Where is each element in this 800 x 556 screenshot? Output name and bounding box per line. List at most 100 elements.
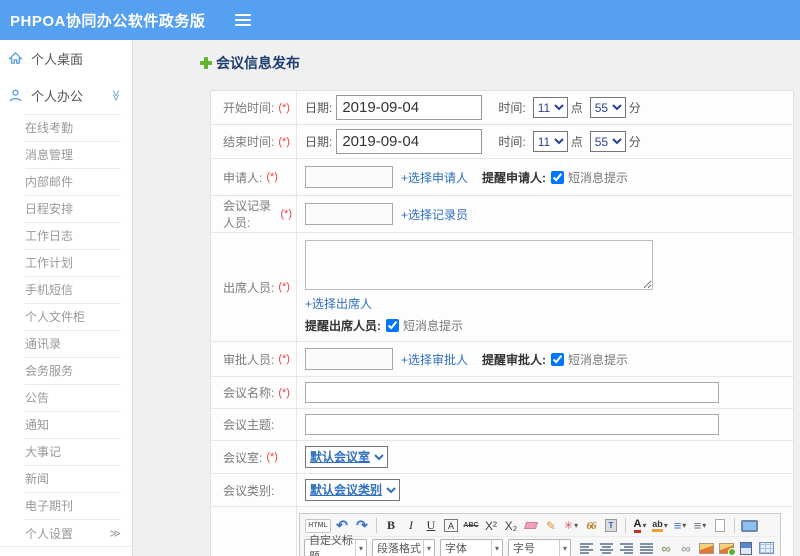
form-row-attendees: 出席人员: (*) +选择出席人 提醒出席人员: 短消息提示 xyxy=(211,233,793,342)
font-family-select[interactable]: 字体 ▾ xyxy=(440,539,503,556)
font-border-icon[interactable]: A xyxy=(442,517,460,534)
format-brush-icon[interactable]: ✎ xyxy=(542,517,560,534)
sidebar-item-personal-office[interactable]: 个人办公 ≫ xyxy=(0,77,132,114)
italic-icon[interactable]: I xyxy=(402,517,420,534)
meeting-topic-input[interactable] xyxy=(305,414,719,435)
chevron-down-icon: ▾ xyxy=(354,540,366,556)
font-color-icon[interactable]: A ▾ xyxy=(631,517,649,534)
subscript-icon[interactable]: X₂ xyxy=(502,517,520,534)
paste-icon[interactable] xyxy=(602,517,620,534)
sidebar-item-supervision[interactable]: 督查督办 ≫ xyxy=(0,546,132,556)
page-title: 会议信息发布 xyxy=(200,53,800,73)
form-row-end-time: 结束时间: (*) 日期: 时间: 11 点 55 分 xyxy=(211,125,793,159)
align-right-icon[interactable] xyxy=(617,540,635,556)
sidebar-subitem[interactable]: 通讯录 xyxy=(25,330,121,357)
home-icon xyxy=(8,52,23,64)
fullscreen-icon[interactable] xyxy=(740,517,758,534)
sidebar-subitem[interactable]: 工作日志 xyxy=(25,222,121,249)
sidebar-subitem[interactable]: 大事记 xyxy=(25,438,121,465)
sidebar-subitem[interactable]: 内部邮件 xyxy=(25,168,121,195)
sidebar-subitem[interactable]: 工作计划 xyxy=(25,249,121,276)
sidebar-subitem[interactable]: 个人文件柜 xyxy=(25,303,121,330)
strikethrough-icon[interactable]: ABC xyxy=(462,517,480,534)
meeting-form: 开始时间: (*) 日期: 时间: 11 点 55 分 结束时间: (*) 日期… xyxy=(210,90,794,556)
end-hour-select[interactable]: 11 xyxy=(532,131,568,152)
sidebar-item-personal-settings[interactable]: 个人设置 ≫ xyxy=(25,519,121,546)
sidebar-subitem[interactable]: 公告 xyxy=(25,384,121,411)
choose-approver-link[interactable]: +选择审批人 xyxy=(401,351,468,368)
insert-image-icon[interactable] xyxy=(717,540,736,556)
meeting-category-select[interactable]: 默认会议类别 xyxy=(305,479,400,501)
applicant-input[interactable] xyxy=(305,166,393,188)
sidebar-item-label: 个人办公 xyxy=(31,89,84,104)
table-icon[interactable] xyxy=(757,540,775,556)
end-date-input[interactable] xyxy=(336,129,483,154)
toolbar-separator xyxy=(734,518,735,533)
sidebar-subitem[interactable]: 新闻 xyxy=(25,465,121,492)
approver-sms-checkbox[interactable] xyxy=(551,352,565,366)
underline-icon[interactable]: U xyxy=(422,517,440,534)
start-minute-select[interactable]: 55 xyxy=(589,97,626,118)
date-label: 日期: xyxy=(305,101,333,115)
page-layout-icon[interactable] xyxy=(737,540,755,556)
chevron-down-icon: ▾ xyxy=(490,540,502,556)
field-label: 会议名称: xyxy=(223,386,275,400)
ordered-list-icon[interactable]: ≡ ▾ xyxy=(671,517,689,534)
bold-icon[interactable]: B xyxy=(382,517,400,534)
meeting-room-select[interactable]: 默认会议室 xyxy=(305,446,388,468)
chevron-double-down-icon: ≫ xyxy=(109,89,122,102)
minute-suffix: 分 xyxy=(628,135,641,149)
sidebar-subitem[interactable]: 消息管理 xyxy=(25,141,121,168)
align-justify-icon[interactable] xyxy=(637,540,655,556)
approver-input[interactable] xyxy=(305,348,393,370)
date-label: 日期: xyxy=(305,135,333,149)
new-page-icon[interactable] xyxy=(711,517,729,534)
attendees-sms-checkbox[interactable] xyxy=(386,319,399,332)
form-row-editor: HTML↶↷BIUAABCX²X₂✎✳▾66A▾ab▾≡▾≡▾ 自定义标题▾段落… xyxy=(211,507,793,556)
align-center-icon[interactable] xyxy=(597,540,615,556)
form-row-meeting-topic: 会议主题: xyxy=(211,409,793,441)
choose-recorder-link[interactable]: +选择记录员 xyxy=(401,206,468,223)
clear-format-icon[interactable]: ✳ ▾ xyxy=(562,517,580,534)
sidebar-subitem[interactable]: 在线考勤 xyxy=(25,114,121,141)
unordered-list-icon[interactable]: ≡ ▾ xyxy=(691,517,709,534)
meeting-name-input[interactable] xyxy=(305,382,719,403)
form-row-applicant: 申请人: (*) +选择申请人 提醒申请人: 短消息提示 xyxy=(211,159,793,196)
required-mark: (*) xyxy=(266,171,278,183)
attendees-textarea[interactable] xyxy=(305,240,653,290)
sidebar-subitem[interactable]: 电子期刊 xyxy=(25,492,121,519)
image-icon[interactable] xyxy=(697,540,715,556)
redo-icon[interactable]: ↷ xyxy=(353,517,371,534)
end-minute-select[interactable]: 55 xyxy=(589,131,626,152)
blockquote-icon[interactable]: 66 xyxy=(582,517,600,534)
sidebar-item-personal-desktop[interactable]: 个人桌面 xyxy=(0,40,132,77)
heading-select[interactable]: 自定义标题▾ xyxy=(304,535,367,556)
link-icon[interactable]: ∞ xyxy=(657,540,675,556)
start-hour-select[interactable]: 11 xyxy=(532,97,568,118)
choose-attendees-link[interactable]: +选择出席人 xyxy=(305,295,372,312)
unlink-icon[interactable]: ∞ xyxy=(677,540,695,556)
required-mark: (*) xyxy=(278,353,290,365)
sidebar-subitem[interactable]: 通知 xyxy=(25,411,121,438)
required-mark: (*) xyxy=(278,135,290,148)
font-size-select[interactable]: 字号 ▾ xyxy=(508,539,571,556)
sidebar-subitem[interactable]: 手机短信 xyxy=(25,276,121,303)
remind-approver-label: 提醒审批人: xyxy=(482,352,547,367)
time-label: 时间: xyxy=(498,135,526,149)
recorder-input[interactable] xyxy=(305,203,393,225)
applicant-sms-checkbox[interactable] xyxy=(551,170,565,184)
required-mark: (*) xyxy=(278,281,290,293)
menu-icon[interactable] xyxy=(235,14,252,26)
field-label: 出席人员: xyxy=(223,280,275,295)
sidebar-subitem[interactable]: 日程安排 xyxy=(25,195,121,222)
superscript-icon[interactable]: X² xyxy=(482,517,500,534)
eraser-icon[interactable] xyxy=(522,517,540,534)
choose-applicant-link[interactable]: +选择申请人 xyxy=(401,169,468,186)
highlight-color-icon[interactable]: ab ▾ xyxy=(651,517,669,534)
align-left-icon[interactable] xyxy=(577,540,595,556)
sidebar-item-label: 个人设置 xyxy=(25,526,74,541)
paragraph-format-select[interactable]: 段落格式 ▾ xyxy=(372,539,435,556)
sidebar-subitem[interactable]: 会务服务 xyxy=(25,357,121,384)
start-date-input[interactable] xyxy=(336,95,483,120)
field-label: 会议主题: xyxy=(223,418,275,432)
